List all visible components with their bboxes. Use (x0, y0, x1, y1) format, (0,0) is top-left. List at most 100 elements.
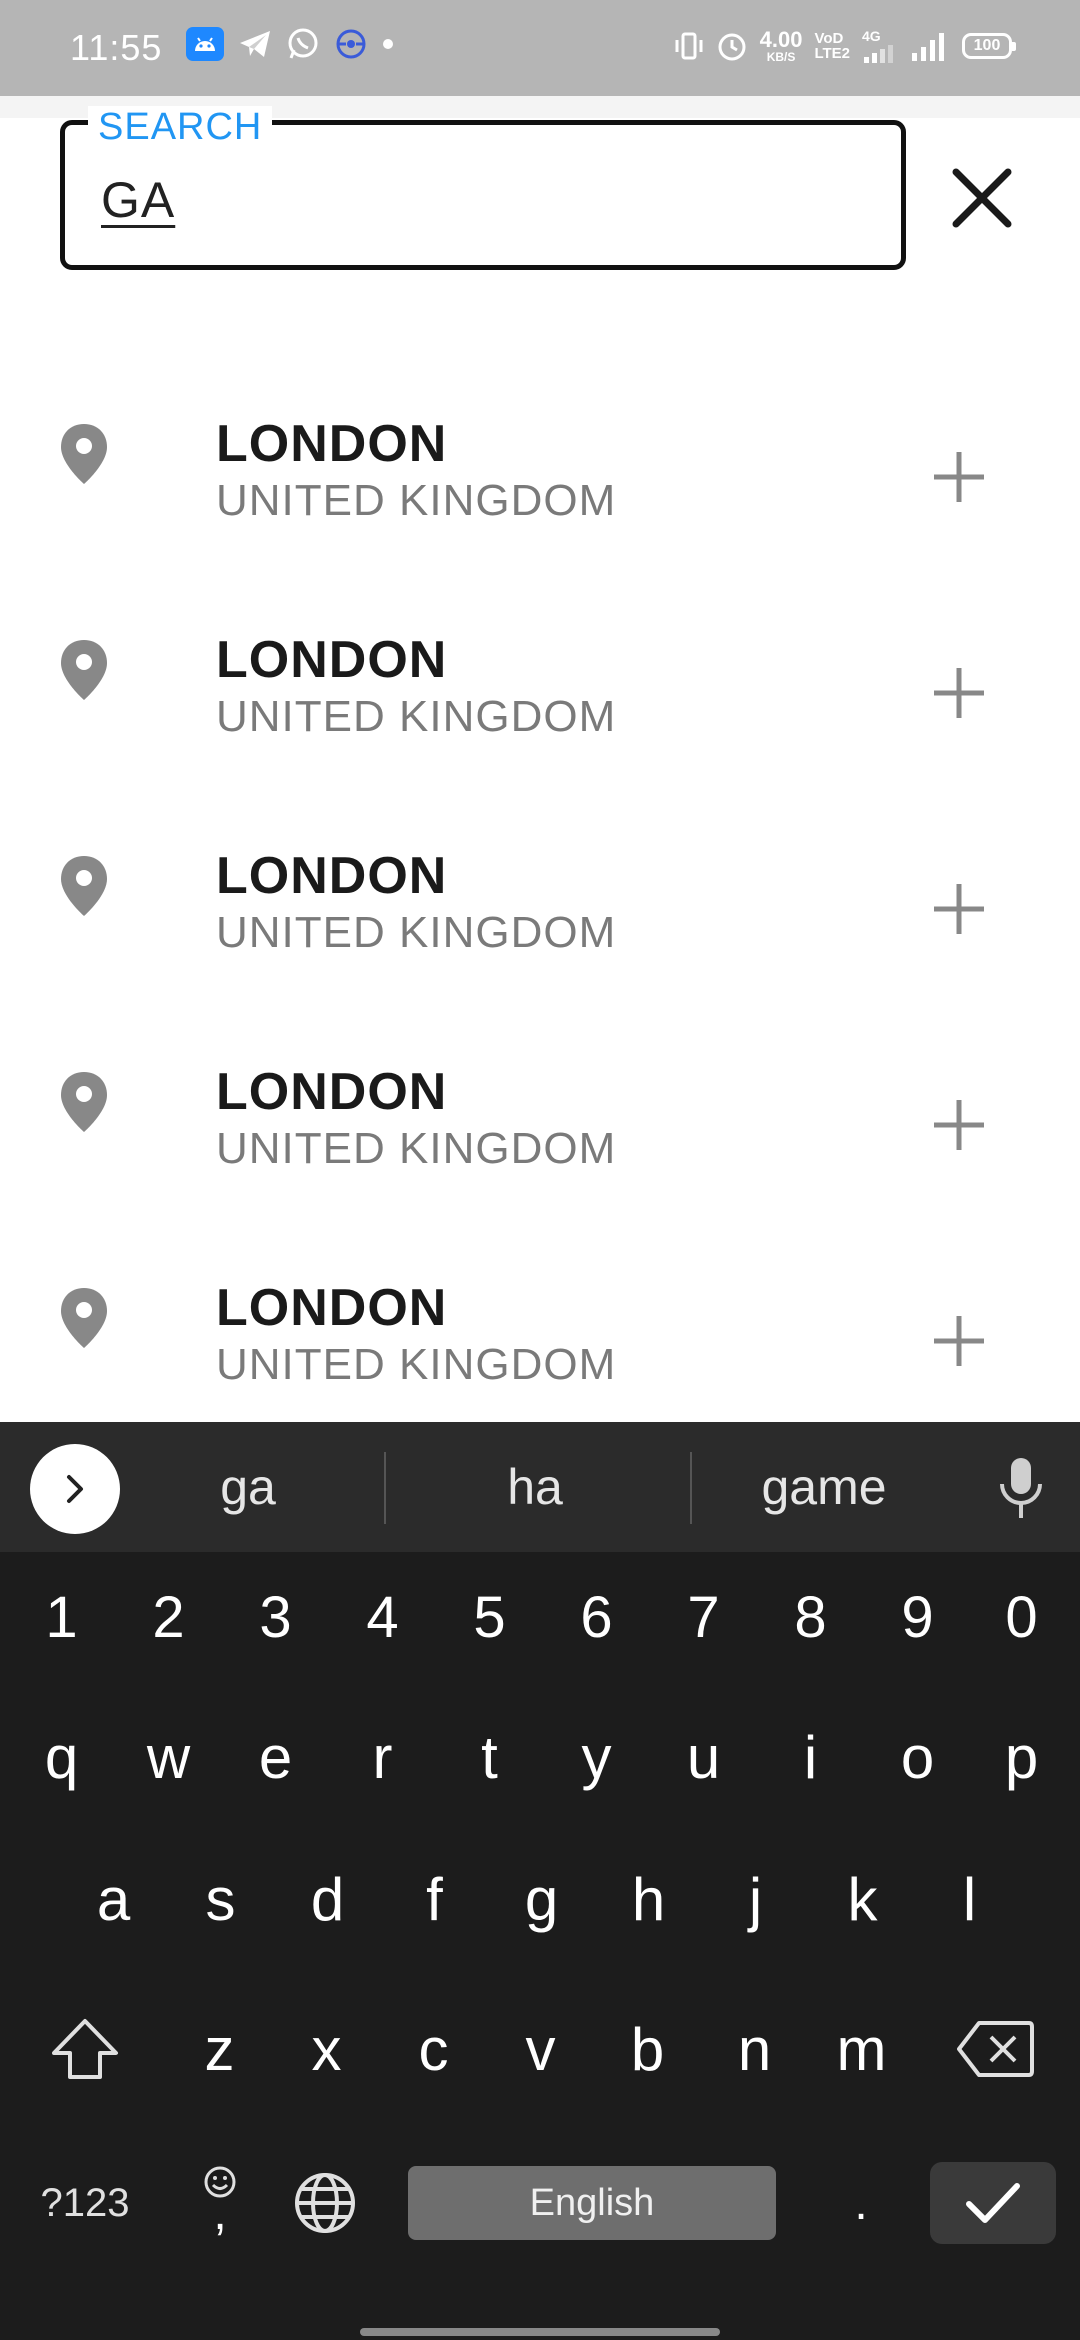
key-z[interactable]: z (166, 1994, 273, 2104)
location-pin-icon (61, 1288, 107, 1348)
result-country: UNITED KINGDOM (216, 476, 617, 525)
key-k[interactable]: k (809, 1844, 916, 1954)
net-speed-value: 4.00 (759, 27, 803, 52)
suggestion-bar: ga ha game (0, 1422, 1080, 1552)
suggestion-divider (384, 1452, 386, 1524)
add-icon[interactable] (928, 878, 990, 940)
list-item[interactable]: LONDON UNITED KINGDOM (0, 400, 1080, 616)
key-o[interactable]: o (864, 1702, 971, 1812)
key-q[interactable]: q (8, 1702, 115, 1812)
key-e[interactable]: e (222, 1702, 329, 1812)
shift-key[interactable] (20, 1994, 150, 2104)
key-u[interactable]: u (650, 1702, 757, 1812)
language-key[interactable] (280, 2148, 370, 2258)
location-pin-icon (61, 856, 107, 916)
comma-key[interactable]: , (180, 2142, 260, 2252)
key-4[interactable]: 4 (329, 1562, 436, 1672)
backspace-icon (957, 2021, 1034, 2077)
key-a[interactable]: a (60, 1844, 167, 1954)
net-speed-unit: KB/S (766, 50, 796, 64)
key-7[interactable]: 7 (650, 1562, 757, 1672)
location-pin-icon (61, 424, 107, 484)
volte-indicator: VoD LTE2 (814, 31, 850, 61)
android-icon (186, 27, 224, 61)
microphone-icon[interactable] (994, 1456, 1048, 1520)
net-speed: 4.00 KB/S (759, 27, 803, 64)
space-bar[interactable]: English (408, 2166, 776, 2240)
whatsapp-icon (286, 27, 320, 61)
backspace-key[interactable] (930, 1994, 1060, 2104)
key-n[interactable]: n (701, 1994, 808, 2104)
suggestion-2[interactable]: ha (400, 1422, 670, 1552)
key-2[interactable]: 2 (115, 1562, 222, 1672)
close-icon (952, 168, 1012, 228)
status-time: 11:55 (70, 27, 163, 68)
suggestion-divider (690, 1452, 692, 1524)
result-city: LONDON (216, 631, 448, 689)
status-bar: 11:55 4.00 KB/S VoD LTE2 4G 100 (0, 0, 1080, 96)
add-icon[interactable] (928, 1094, 990, 1156)
network-type: 4G (862, 28, 881, 44)
checkmark-icon (966, 2183, 1020, 2223)
search-label: SEARCH (88, 106, 273, 149)
symbols-key[interactable]: ?123 (20, 2148, 150, 2258)
result-city: LONDON (216, 847, 448, 905)
battery-indicator: 100 (962, 33, 1016, 59)
screen-record-icon (334, 27, 368, 61)
key-w[interactable]: w (115, 1702, 222, 1812)
status-system-icons: 4.00 KB/S VoD LTE2 4G 100 (674, 27, 1016, 64)
key-h[interactable]: h (595, 1844, 702, 1954)
key-v[interactable]: v (487, 1994, 594, 2104)
status-notification-icons (186, 27, 394, 61)
suggestion-3[interactable]: game (706, 1422, 942, 1552)
key-j[interactable]: j (702, 1844, 809, 1954)
search-input[interactable] (101, 165, 861, 235)
results-list: LONDON UNITED KINGDOM LONDON UNITED KING… (0, 400, 1080, 1480)
key-3[interactable]: 3 (222, 1562, 329, 1672)
suggestion-1[interactable]: ga (150, 1422, 346, 1552)
comma-label: , (213, 2187, 227, 2240)
keyboard: ga ha game 1 2 3 4 5 6 7 8 9 0 q w e r t… (0, 1422, 1080, 2340)
key-9[interactable]: 9 (864, 1562, 971, 1672)
list-item[interactable]: LONDON UNITED KINGDOM (0, 616, 1080, 832)
key-1[interactable]: 1 (8, 1562, 115, 1672)
key-f[interactable]: f (381, 1844, 488, 1954)
result-city: LONDON (216, 1279, 448, 1337)
key-d[interactable]: d (274, 1844, 381, 1954)
location-pin-icon (61, 640, 107, 700)
key-t[interactable]: t (436, 1702, 543, 1812)
alarm-icon (716, 30, 748, 62)
key-y[interactable]: y (543, 1702, 650, 1812)
add-icon[interactable] (928, 446, 990, 508)
key-i[interactable]: i (757, 1702, 864, 1812)
volte-line2: LTE2 (814, 45, 850, 62)
key-g[interactable]: g (488, 1844, 595, 1954)
key-p[interactable]: p (971, 1702, 1072, 1812)
dot-icon (382, 38, 394, 50)
key-6[interactable]: 6 (543, 1562, 650, 1672)
chevron-right-icon (67, 1475, 83, 1503)
result-country: UNITED KINGDOM (216, 1124, 617, 1173)
add-icon[interactable] (928, 662, 990, 724)
globe-icon (295, 2173, 355, 2233)
key-c[interactable]: c (380, 1994, 487, 2104)
list-item[interactable]: LONDON UNITED KINGDOM (0, 1048, 1080, 1264)
key-x[interactable]: x (273, 1994, 380, 2104)
key-m[interactable]: m (808, 1994, 915, 2104)
result-country: UNITED KINGDOM (216, 908, 617, 957)
key-8[interactable]: 8 (757, 1562, 864, 1672)
key-5[interactable]: 5 (436, 1562, 543, 1672)
close-button[interactable] (944, 160, 1020, 236)
list-item[interactable]: LONDON UNITED KINGDOM (0, 832, 1080, 1048)
key-r[interactable]: r (329, 1702, 436, 1812)
done-key[interactable] (930, 2162, 1056, 2244)
expand-toolbar-button[interactable] (30, 1444, 120, 1534)
key-0[interactable]: 0 (971, 1562, 1072, 1672)
key-s[interactable]: s (167, 1844, 274, 1954)
key-l[interactable]: l (916, 1844, 1023, 1954)
add-icon[interactable] (928, 1310, 990, 1372)
vibrate-icon (674, 31, 704, 61)
key-b[interactable]: b (594, 1994, 701, 2104)
period-key[interactable]: . (816, 2148, 906, 2258)
navigation-handle[interactable] (360, 2328, 720, 2336)
